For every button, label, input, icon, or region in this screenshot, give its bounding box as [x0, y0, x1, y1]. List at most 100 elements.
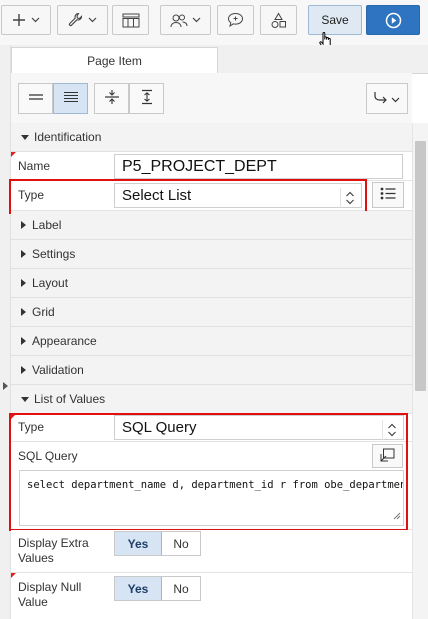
go-to-group-button[interactable]: [366, 83, 408, 114]
collapsed-triangle-icon: [21, 308, 26, 316]
collapsed-triangle-icon: [21, 366, 26, 374]
expand-all-button[interactable]: [129, 83, 164, 114]
table-grid-icon: [122, 13, 140, 28]
run-page-button[interactable]: [366, 5, 420, 35]
collapse-icon: [104, 89, 120, 108]
create-menu-button[interactable]: [1, 5, 51, 35]
type-list-button[interactable]: [372, 182, 404, 208]
name-input[interactable]: P5_PROJECT_DEPT: [114, 154, 403, 179]
open-editor-icon: [380, 448, 395, 465]
comments-button[interactable]: [217, 5, 254, 35]
view-toolbar: [11, 73, 412, 124]
chevron-down-icon: [31, 17, 40, 23]
chevron-down-icon: [88, 17, 97, 23]
group-label-label: Label: [32, 218, 62, 232]
lov-type-label: Type: [18, 420, 45, 434]
collapsed-triangle-icon: [21, 337, 26, 345]
required-marker-icon: [11, 414, 16, 419]
code-editor-button[interactable]: [372, 444, 403, 468]
expanded-triangle-icon: [21, 134, 29, 140]
all-lines-icon: [63, 91, 79, 106]
name-label: Name: [18, 159, 51, 173]
group-settings-label: Settings: [32, 247, 76, 261]
bullet-list-icon: [380, 187, 396, 203]
property-lov-type: Type SQL Query: [11, 414, 412, 442]
scrollbar-thumb[interactable]: [415, 141, 426, 391]
save-button-label: Save: [321, 13, 349, 27]
users-icon: [170, 13, 188, 28]
property-scrollbar[interactable]: [412, 123, 428, 619]
go-to-arrow-icon: [374, 91, 388, 107]
expand-arrow-icon: [3, 382, 8, 390]
type-select[interactable]: Select List: [114, 183, 362, 208]
name-value: P5_PROJECT_DEPT: [122, 157, 277, 175]
display-extra-label-line1: Display Extra: [18, 536, 89, 550]
display-extra-label-line2: Values: [18, 551, 54, 565]
group-validation[interactable]: Validation: [11, 356, 412, 385]
group-appearance[interactable]: Appearance: [11, 327, 412, 356]
chevron-down-icon: [192, 17, 201, 23]
group-label[interactable]: Label: [11, 211, 412, 240]
tab-page-item-label: Page Item: [87, 54, 142, 68]
property-display-extra-values: Display Extra Values Yes No: [11, 530, 412, 573]
display-extra-no-option[interactable]: No: [162, 532, 200, 555]
sql-query-label: SQL Query: [18, 449, 78, 463]
display-null-yes-option[interactable]: Yes: [115, 577, 162, 600]
group-grid-label: Grid: [32, 305, 55, 319]
tab-page-item[interactable]: Page Item: [11, 47, 218, 74]
select-arrows-icon: [340, 188, 359, 208]
sql-query-text: select department_name d, department_id …: [27, 479, 404, 491]
chevron-down-icon: [391, 92, 400, 106]
wrench-icon: [68, 12, 84, 28]
sql-query-editor[interactable]: select department_name d, department_id …: [19, 470, 404, 526]
display-null-label: Display Null Value: [18, 580, 81, 610]
display-extra-label: Display Extra Values: [18, 536, 89, 566]
display-null-toggle[interactable]: Yes No: [114, 576, 201, 601]
shared-components-button[interactable]: [112, 5, 149, 35]
property-display-null-value: Display Null Value Yes No: [11, 573, 412, 619]
team-development-button[interactable]: [160, 5, 211, 35]
property-type: Type Select List: [11, 181, 412, 211]
show-common-button[interactable]: [18, 83, 53, 114]
display-extra-yes-option[interactable]: Yes: [115, 532, 162, 555]
group-appearance-label: Appearance: [32, 334, 97, 348]
select-arrows-icon: [382, 420, 401, 440]
group-list-of-values-label: List of Values: [34, 392, 106, 406]
type-value: Select List: [122, 187, 192, 204]
display-null-no-option[interactable]: No: [162, 577, 200, 600]
type-label: Type: [18, 188, 45, 202]
required-marker-icon: [11, 573, 16, 578]
top-toolbar: Save: [0, 0, 428, 45]
show-all-button[interactable]: [53, 83, 88, 114]
expand-icon: [139, 89, 155, 108]
collapsed-triangle-icon: [21, 221, 26, 229]
group-identification[interactable]: Identification: [11, 123, 412, 152]
group-list-of-values[interactable]: List of Values: [11, 385, 412, 414]
group-grid[interactable]: Grid: [11, 298, 412, 327]
display-extra-toggle[interactable]: Yes No: [114, 531, 201, 556]
group-identification-label: Identification: [34, 130, 102, 144]
display-null-label-line2: Value: [18, 595, 48, 609]
group-validation-label: Validation: [32, 363, 84, 377]
plus-icon: [12, 13, 26, 27]
collapse-all-button[interactable]: [94, 83, 129, 114]
compact-lines-icon: [28, 91, 44, 106]
group-settings[interactable]: Settings: [11, 240, 412, 269]
comment-icon: [227, 12, 244, 28]
required-marker-icon: [11, 152, 16, 157]
property-editor-tabs: Page Item: [0, 45, 428, 74]
play-icon: [385, 12, 402, 29]
utilities-menu-button[interactable]: [57, 5, 108, 35]
resize-grip-icon[interactable]: [393, 511, 401, 523]
group-layout[interactable]: Layout: [11, 269, 412, 298]
shapes-button[interactable]: [260, 5, 297, 35]
lov-type-select[interactable]: SQL Query: [114, 415, 404, 440]
left-splitter[interactable]: [0, 45, 11, 619]
expanded-triangle-icon: [21, 396, 29, 402]
lov-type-value: SQL Query: [122, 419, 197, 436]
collapsed-triangle-icon: [21, 279, 26, 287]
group-layout-label: Layout: [32, 276, 69, 290]
property-name: Name P5_PROJECT_DEPT: [11, 152, 412, 181]
collapsed-triangle-icon: [21, 250, 26, 258]
display-null-label-line1: Display Null: [18, 580, 82, 594]
